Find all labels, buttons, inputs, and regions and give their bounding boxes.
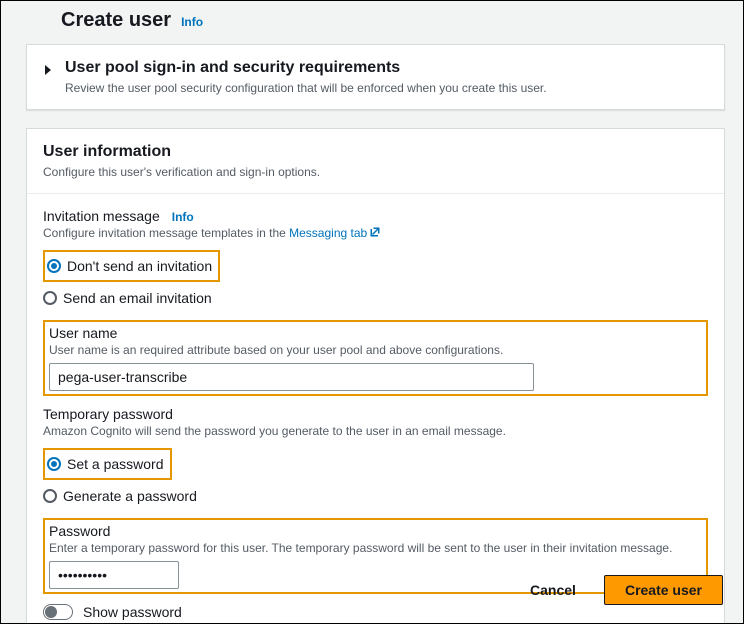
caret-right-icon bbox=[43, 62, 57, 76]
show-password-toggle-row[interactable]: Show password bbox=[43, 604, 708, 620]
radio-icon bbox=[43, 291, 57, 305]
password-input[interactable] bbox=[49, 561, 179, 589]
user-info-title: User information bbox=[43, 143, 708, 161]
messaging-tab-link[interactable]: Messaging tab bbox=[289, 226, 381, 240]
temp-password-desc: Amazon Cognito will send the password yo… bbox=[43, 424, 708, 438]
security-panel-desc: Review the user pool security configurat… bbox=[65, 81, 547, 95]
user-info-desc: Configure this user's verification and s… bbox=[43, 165, 708, 179]
invitation-desc-prefix: Configure invitation message templates i… bbox=[43, 226, 289, 240]
username-input[interactable] bbox=[49, 363, 534, 391]
username-highlight: User name User name is an required attri… bbox=[43, 320, 708, 396]
radio-generate-password[interactable]: Generate a password bbox=[43, 488, 708, 504]
info-link[interactable]: Info bbox=[181, 15, 203, 29]
radio-label: Set a password bbox=[67, 456, 164, 472]
radio-label: Send an email invitation bbox=[63, 290, 212, 306]
toggle-icon bbox=[43, 604, 73, 620]
username-desc: User name is an required attribute based… bbox=[49, 343, 702, 357]
radio-label: Generate a password bbox=[63, 488, 197, 504]
create-user-button[interactable]: Create user bbox=[604, 575, 723, 605]
user-information-panel: User information Configure this user's v… bbox=[26, 128, 725, 624]
invitation-info-link[interactable]: Info bbox=[172, 210, 194, 224]
radio-icon bbox=[43, 489, 57, 503]
security-panel-title: User pool sign-in and security requireme… bbox=[65, 59, 547, 77]
temp-password-field: Temporary password Amazon Cognito will s… bbox=[43, 406, 708, 504]
page-title: Create user bbox=[61, 9, 171, 32]
radio-set-password[interactable]: Set a password bbox=[47, 456, 164, 472]
page-title-row: Create user Info bbox=[61, 9, 725, 32]
radio-dont-send-invitation[interactable]: Don't send an invitation bbox=[47, 258, 212, 274]
invitation-field: Invitation message Info Configure invita… bbox=[43, 208, 708, 306]
radio-icon bbox=[47, 259, 61, 273]
cancel-button[interactable]: Cancel bbox=[514, 576, 592, 604]
show-password-label: Show password bbox=[83, 604, 182, 620]
radio-label: Don't send an invitation bbox=[67, 258, 212, 274]
invitation-desc: Configure invitation message templates i… bbox=[43, 226, 708, 240]
radio-icon bbox=[47, 457, 61, 471]
invitation-label: Invitation message bbox=[43, 208, 160, 224]
password-desc: Enter a temporary password for this user… bbox=[49, 541, 702, 555]
username-label: User name bbox=[49, 325, 702, 341]
radio-send-email-invitation[interactable]: Send an email invitation bbox=[43, 290, 708, 306]
security-requirements-panel[interactable]: User pool sign-in and security requireme… bbox=[26, 44, 725, 110]
temp-password-label: Temporary password bbox=[43, 406, 708, 422]
password-label: Password bbox=[49, 523, 702, 539]
footer-buttons: Cancel Create user bbox=[514, 575, 723, 605]
external-link-icon bbox=[369, 226, 381, 238]
